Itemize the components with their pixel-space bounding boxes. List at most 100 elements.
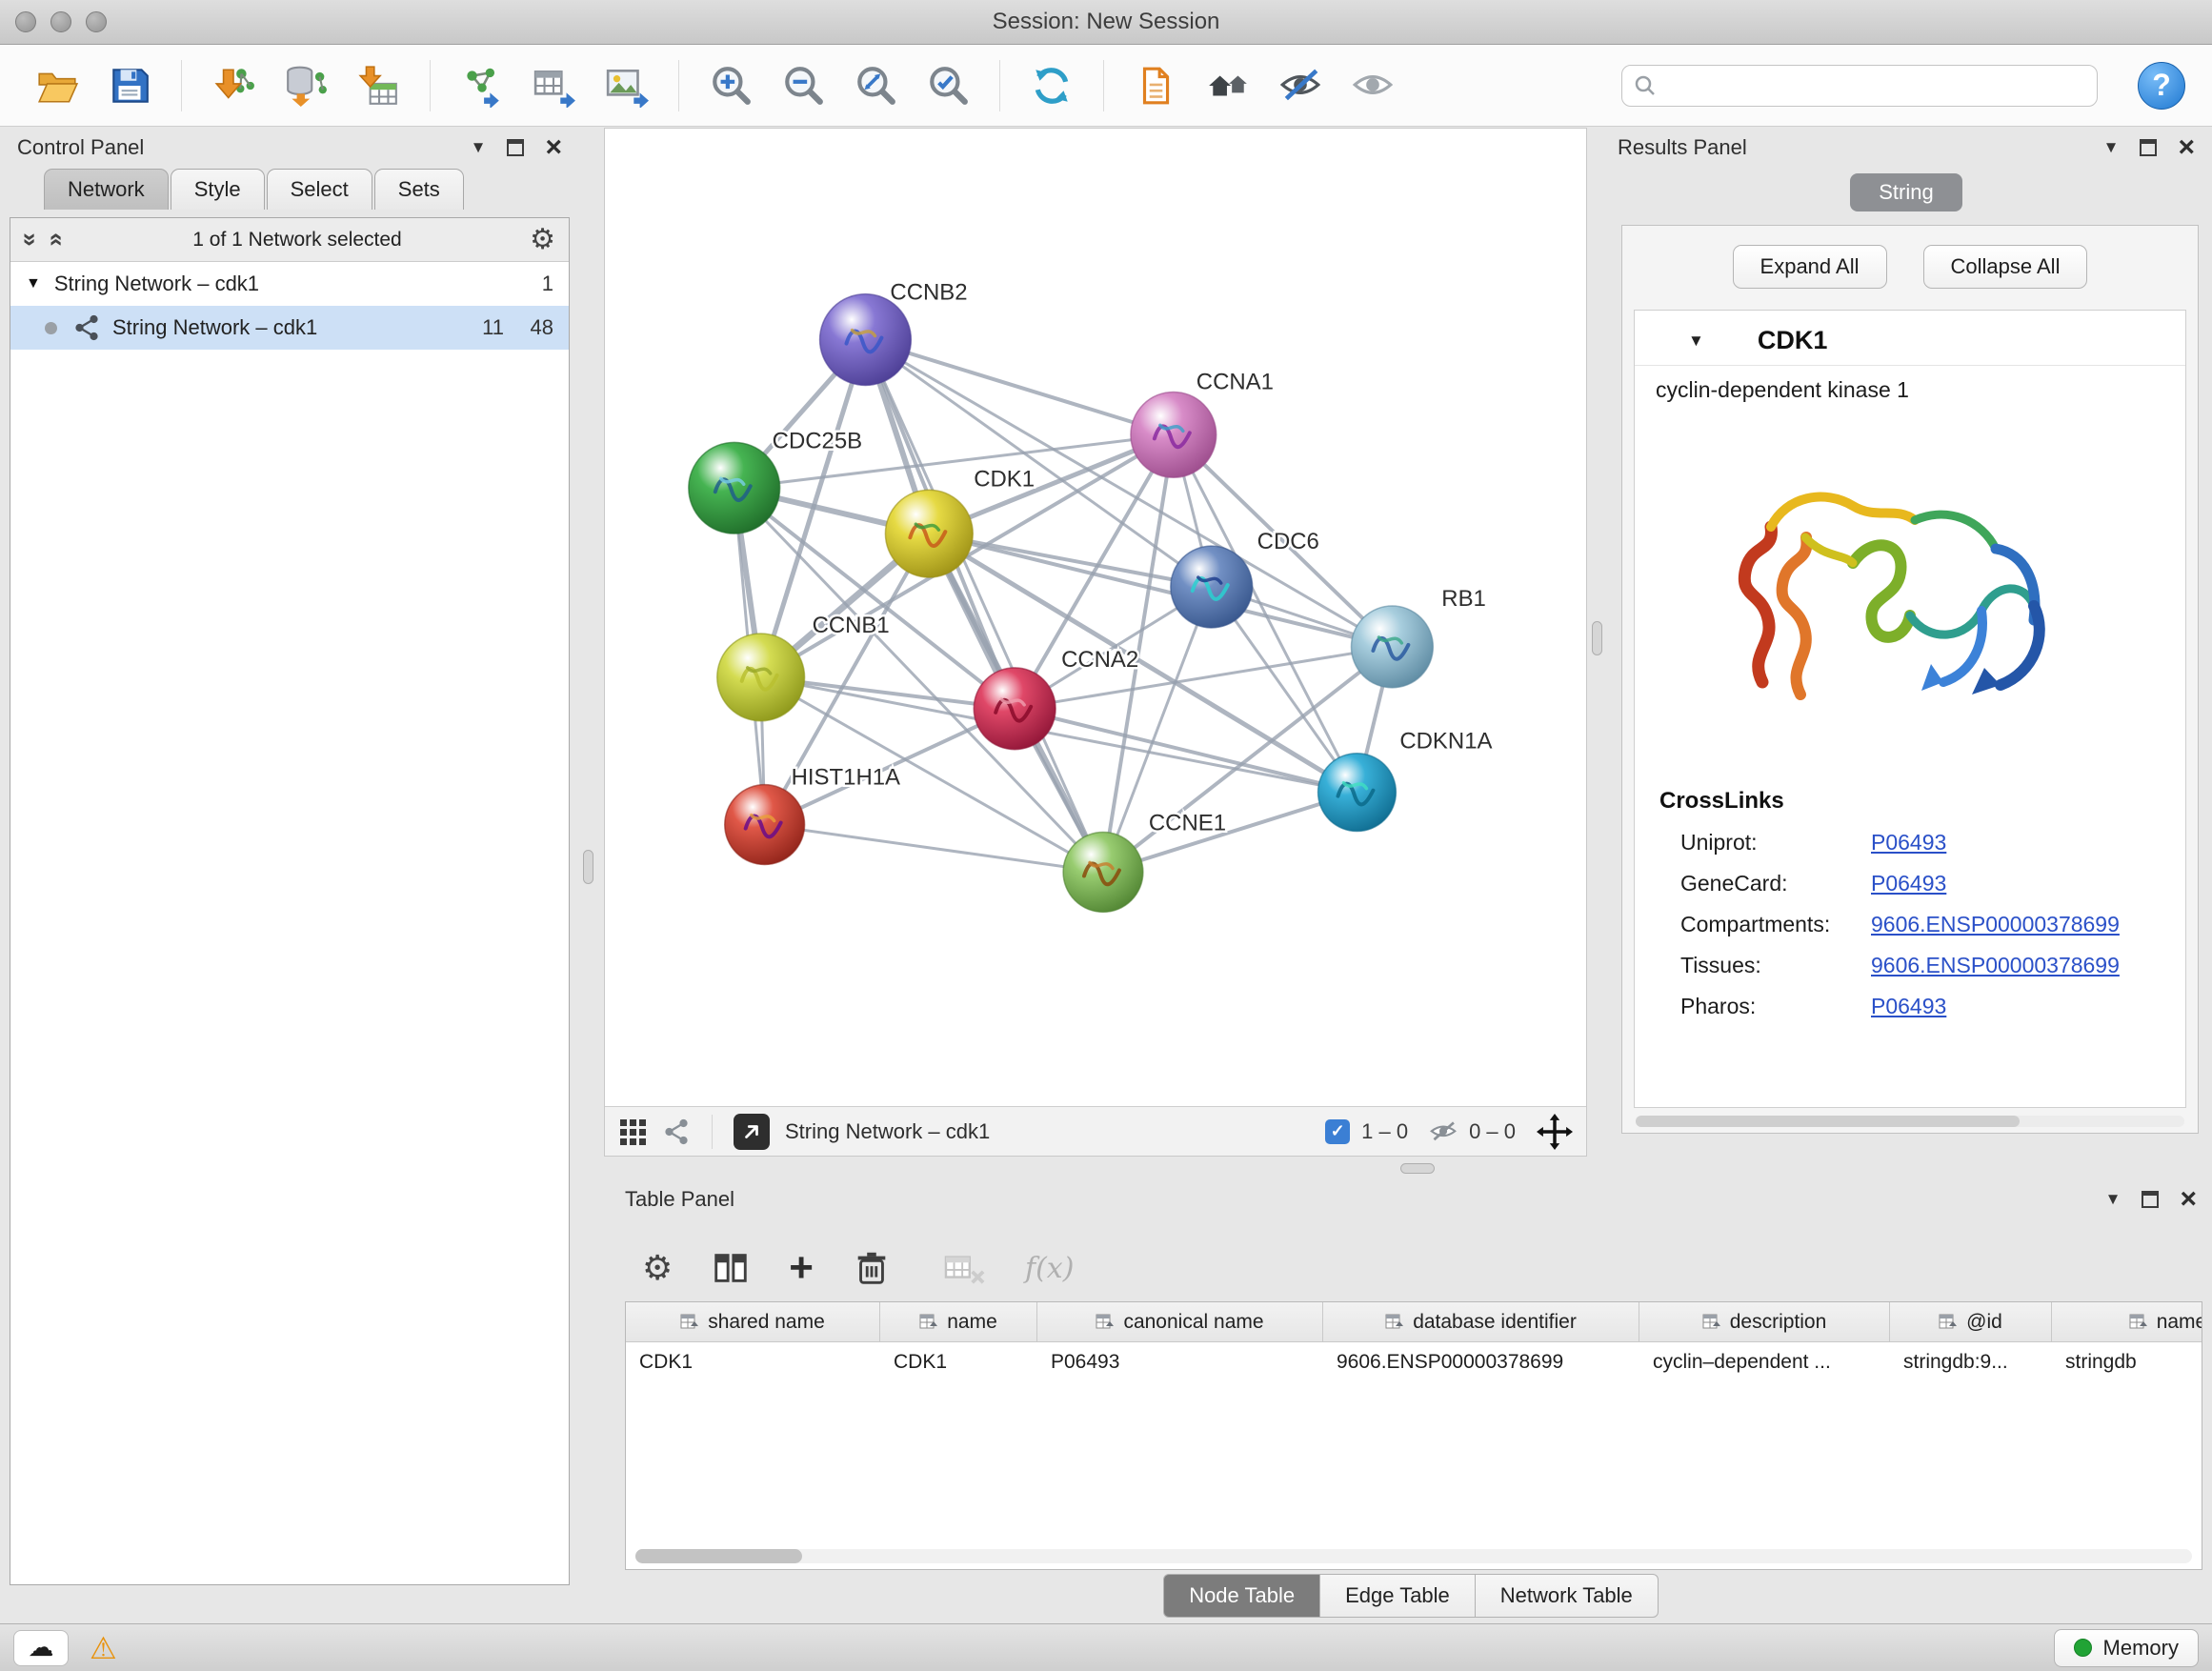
gear-icon[interactable]: ⚙ [530,223,555,256]
expand-all-icon[interactable]: » [16,232,46,246]
network-node-CDK1[interactable]: CDK1 [885,466,1035,577]
network-node-CDC6[interactable]: CDC6 [1171,529,1319,628]
window-close-button[interactable] [15,11,36,32]
panel-close-icon[interactable]: × [2178,138,2195,157]
network-node-HIST1H1A[interactable]: HIST1H1A [725,765,900,865]
column-header--id[interactable]: @id [1890,1302,2052,1341]
network-edge[interactable] [865,340,1173,435]
tab-style[interactable]: Style [171,169,265,210]
export-network-button[interactable] [454,58,510,113]
export-image-button[interactable] [599,58,654,113]
export-table-button[interactable] [527,58,582,113]
hidden-eye-slash-icon[interactable] [1429,1117,1458,1146]
table-cell[interactable]: 9606.ENSP00000378699 [1323,1342,1639,1382]
column-header-name[interactable]: name [880,1302,1037,1341]
grid-view-icon[interactable] [618,1117,647,1146]
zoom-in-button[interactable] [703,58,758,113]
clone-network-button[interactable] [1128,58,1183,113]
hide-details-button[interactable] [1273,58,1328,113]
open-session-button[interactable] [30,58,85,113]
network-canvas[interactable]: CCNB2CCNA1CDC25BCDK1CDC6RB1CCNB1CCNA2CDK… [605,129,1586,1106]
collection-expand-icon[interactable]: ▼ [26,275,41,292]
results-scrollbar[interactable] [1636,1116,2184,1127]
network-node-CCNE1[interactable]: CCNE1 [1063,811,1226,913]
panel-close-icon[interactable]: × [2180,1190,2197,1209]
tab-select[interactable]: Select [267,169,372,210]
table-row[interactable]: CDK1CDK1P064939606.ENSP00000378699cyclin… [626,1342,2202,1382]
table-cell[interactable]: P06493 [1037,1342,1323,1382]
open-in-window-button[interactable] [734,1114,770,1150]
save-session-button[interactable] [102,58,157,113]
table-tab-node-table[interactable]: Node Table [1163,1574,1320,1618]
zoom-selected-button[interactable] [920,58,975,113]
table-cell[interactable]: CDK1 [626,1342,880,1382]
table-cell[interactable]: cyclin–dependent ... [1639,1342,1890,1382]
network-node-CCNB2[interactable]: CCNB2 [820,280,968,386]
column-header-canonical-name[interactable]: canonical name [1037,1302,1323,1341]
column-header-database-identifier[interactable]: database identifier [1323,1302,1639,1341]
scrollbar-thumb[interactable] [635,1549,802,1563]
tab-string[interactable]: String [1850,173,1961,211]
selected-checkbox-icon[interactable]: ✓ [1325,1119,1350,1144]
entry-collapse-icon[interactable]: ▼ [1688,332,1704,351]
window-zoom-button[interactable] [86,11,107,32]
crosslink-link[interactable]: 9606.ENSP00000378699 [1871,912,2120,937]
import-table-button[interactable] [351,58,406,113]
search-input[interactable] [1664,73,2085,98]
column-header-namespace[interactable]: namespace [2052,1302,2202,1341]
search-box[interactable] [1621,65,2098,107]
network-collection-row[interactable]: ▼ String Network – cdk1 1 [10,262,569,306]
help-button[interactable]: ? [2138,62,2185,110]
panel-close-icon[interactable]: × [545,138,562,157]
show-details-button[interactable] [1345,58,1400,113]
table-settings-gear-icon[interactable]: ⚙ [642,1248,673,1288]
network-row[interactable]: String Network – cdk1 11 48 [10,306,569,350]
panel-minimize-icon[interactable]: ▼ [2103,138,2120,157]
panel-minimize-icon[interactable]: ▼ [2105,1190,2122,1209]
import-network-file-button[interactable] [206,58,261,113]
panel-float-icon[interactable] [2140,139,2157,156]
warning-icon[interactable]: ⚠ [90,1630,117,1666]
table-cell[interactable]: stringdb [2052,1342,2202,1382]
collapse-all-icon[interactable]: « [43,232,72,246]
crosslink-link[interactable]: P06493 [1871,994,1946,1019]
zoom-out-button[interactable] [775,58,831,113]
home-button[interactable] [1200,58,1256,113]
splitter-handle[interactable] [583,850,593,884]
column-header-description[interactable]: description [1639,1302,1890,1341]
tab-network[interactable]: Network [44,169,169,210]
panel-float-icon[interactable] [2142,1191,2159,1208]
network-node-CDKN1A[interactable]: CDKN1A [1318,729,1493,832]
table-tab-network-table[interactable]: Network Table [1476,1574,1659,1618]
table-cell[interactable]: stringdb:9... [1890,1342,2052,1382]
column-header-shared-name[interactable]: shared name [626,1302,880,1341]
network-node-CCNB1[interactable]: CCNB1 [717,613,890,721]
splitter-handle[interactable] [1592,621,1602,655]
network-node-RB1[interactable]: RB1 [1351,586,1485,688]
table-horizontal-scrollbar[interactable] [635,1549,2192,1563]
network-node-CDC25B[interactable]: CDC25B [689,428,862,534]
delete-column-trash-icon[interactable] [852,1248,892,1288]
tab-sets[interactable]: Sets [374,169,464,210]
table-tab-edge-table[interactable]: Edge Table [1320,1574,1476,1618]
move-crosshair-icon[interactable] [1537,1114,1573,1150]
network-node-CCNA1[interactable]: CCNA1 [1131,369,1274,477]
collapse-all-button[interactable]: Collapse All [1923,245,2088,289]
add-column-icon[interactable]: + [789,1249,814,1287]
splitter-handle[interactable] [1400,1163,1435,1174]
cloud-button[interactable]: ☁ [13,1630,69,1666]
window-minimize-button[interactable] [50,11,71,32]
crosslink-link[interactable]: P06493 [1871,830,1946,856]
share-view-icon[interactable] [662,1117,691,1146]
show-columns-icon[interactable] [711,1248,751,1288]
panel-float-icon[interactable] [507,139,524,156]
zoom-fit-button[interactable] [848,58,903,113]
table-cell[interactable]: CDK1 [880,1342,1037,1382]
crosslink-link[interactable]: P06493 [1871,871,1946,896]
apply-layout-button[interactable] [1024,58,1079,113]
network-edge[interactable] [865,340,1103,873]
crosslink-link[interactable]: 9606.ENSP00000378699 [1871,953,2120,978]
expand-all-button[interactable]: Expand All [1733,245,1887,289]
panel-minimize-icon[interactable]: ▼ [471,138,487,157]
import-network-database-button[interactable] [278,58,333,113]
